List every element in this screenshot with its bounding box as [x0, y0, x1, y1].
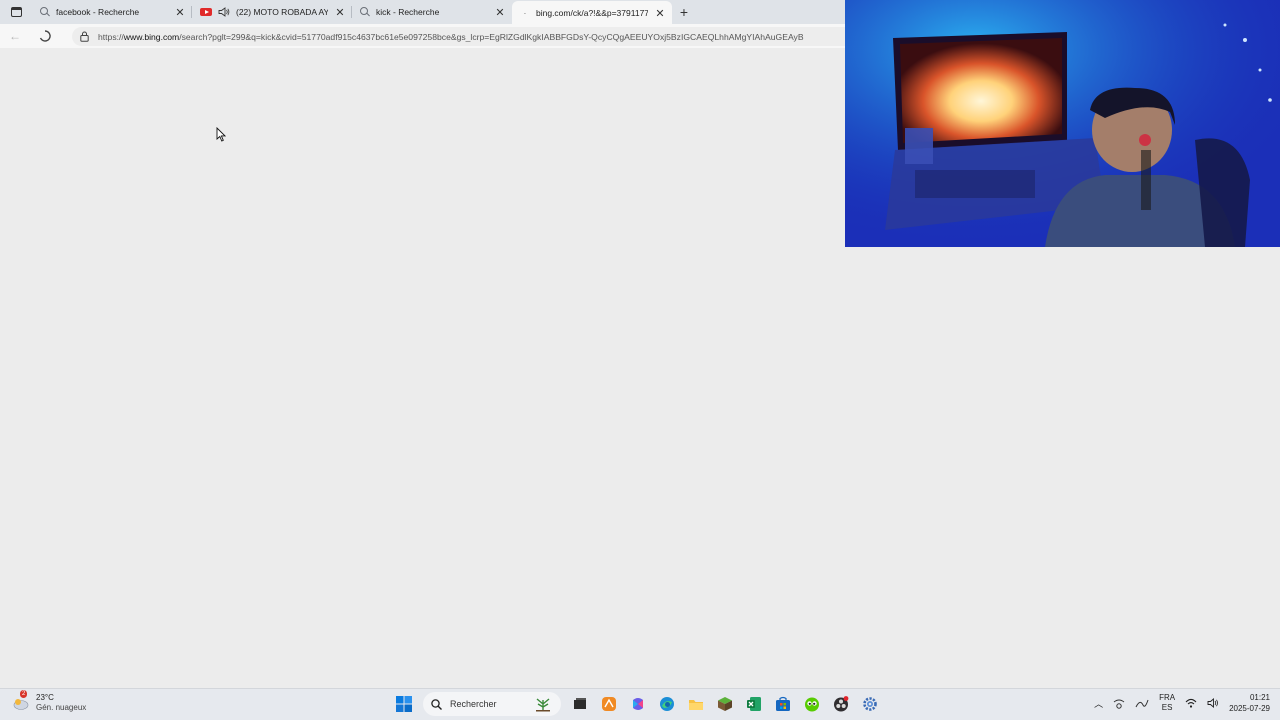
url-text[interactable]: https://www.bing.com/search?pglt=299&q=k… — [98, 32, 804, 42]
loading-spinner-icon — [39, 30, 51, 42]
weather-cloud-icon: 2 — [12, 690, 30, 712]
search-icon — [40, 7, 50, 17]
tab-bing-active[interactable]: · bing.com/ck/a?!&&p=37911779 ✕ — [512, 1, 672, 25]
language-indicator[interactable]: FRA ES — [1159, 693, 1175, 713]
url-prefix: https:// — [98, 31, 124, 42]
copilot-button[interactable] — [628, 694, 648, 714]
browser-toolbar: ← https://www.bing.com/search?pglt=299&q… — [0, 24, 845, 48]
search-highlight-icon — [536, 698, 550, 712]
excel-icon — [747, 697, 761, 711]
speaker-icon[interactable] — [218, 7, 230, 17]
tab-title: facebook - Recherche — [56, 7, 140, 17]
excel-button[interactable] — [744, 694, 764, 714]
close-icon[interactable]: ✕ — [494, 6, 506, 19]
chevron-up-icon[interactable]: ︿ — [1094, 697, 1103, 710]
wifi-icon[interactable] — [1185, 698, 1197, 708]
lang-bottom: ES — [1161, 703, 1173, 712]
tab-actions-icon — [10, 7, 22, 17]
duolingo-button[interactable] — [802, 694, 822, 714]
close-icon[interactable]: ✕ — [654, 7, 666, 20]
url-path: /search?pglt=299&q=kick&cvid=51770adf915… — [179, 31, 804, 42]
edge-icon — [660, 697, 674, 711]
edge-button[interactable] — [657, 694, 677, 714]
clock-date: 2025-07-29 — [1229, 704, 1270, 713]
tab-title: kick - Recherche — [376, 7, 440, 17]
gear-icon — [863, 697, 877, 711]
close-icon[interactable]: ✕ — [174, 6, 186, 19]
tab-actions-button[interactable] — [0, 0, 32, 24]
start-button[interactable] — [394, 694, 414, 714]
taskbar-search[interactable]: Rechercher — [423, 692, 561, 716]
address-bar[interactable]: https://www.bing.com/search?pglt=299&q=k… — [72, 27, 845, 46]
search-placeholder: Rechercher — [450, 699, 497, 709]
tab-facebook[interactable]: facebook - Recherche ✕ — [32, 1, 192, 23]
duolingo-icon — [805, 697, 819, 712]
tab-kick[interactable]: kick - Recherche ✕ — [352, 1, 512, 23]
settings-button[interactable] — [860, 694, 880, 714]
pen-input-icon[interactable] — [1135, 697, 1149, 709]
file-explorer-button[interactable] — [686, 694, 706, 714]
folder-icon — [689, 700, 703, 710]
lang-top: FRA — [1159, 693, 1176, 702]
taskbar: 2 23°C Gén. nuageux Rechercher ︿ FRA ES … — [0, 688, 1280, 720]
new-tab-button[interactable]: + — [672, 1, 696, 23]
back-button[interactable]: ← — [0, 24, 30, 48]
webcam-image — [845, 0, 1280, 247]
clock[interactable]: 01:21 2025-07-29 — [1229, 692, 1270, 714]
windows-icon — [396, 696, 412, 712]
orange-app-icon — [602, 697, 616, 711]
volume-icon[interactable] — [1207, 698, 1219, 708]
copilot-icon — [633, 698, 643, 710]
tab-title: bing.com/ck/a?!&&p=37911779 — [536, 8, 648, 18]
task-view-button[interactable] — [570, 694, 590, 714]
tab-title: (22) MOTO ROBADA AYUDA! — [236, 7, 328, 17]
search-icon — [431, 698, 442, 710]
weather-temp: 23°C — [36, 693, 54, 702]
webcam-overlay — [845, 0, 1280, 247]
obs-icon — [834, 696, 849, 712]
tab-youtube[interactable]: (22) MOTO ROBADA AYUDA! ✕ — [192, 1, 352, 23]
youtube-icon — [200, 8, 212, 16]
url-host: www.bing.com — [123, 31, 180, 42]
close-icon[interactable]: ✕ — [334, 6, 346, 19]
store-icon — [776, 696, 790, 711]
obs-button[interactable] — [831, 694, 851, 714]
back-arrow-icon: ← — [9, 29, 21, 43]
plus-icon: + — [679, 4, 689, 20]
lock-icon[interactable] — [80, 31, 89, 42]
minecraft-icon — [718, 697, 732, 711]
search-icon — [360, 7, 370, 17]
minecraft-button[interactable] — [715, 694, 735, 714]
tab-strip: facebook - Recherche ✕ (22) MOTO ROBADA … — [0, 0, 845, 25]
mouse-cursor-icon — [216, 127, 226, 142]
system-tray: ︿ FRA ES 01:21 2025-07-29 — [1094, 692, 1270, 714]
network-offline-icon[interactable] — [1113, 698, 1125, 709]
taskbar-apps: Rechercher — [394, 692, 880, 716]
app-launcher-button[interactable] — [599, 694, 619, 714]
weather-condition: Gén. nuageux — [36, 703, 87, 712]
task-view-icon — [574, 698, 586, 709]
weather-widget[interactable]: 2 23°C Gén. nuageux — [12, 690, 87, 713]
loading-icon: · — [523, 8, 527, 18]
clock-time: 01:21 — [1249, 693, 1270, 702]
store-button[interactable] — [773, 694, 793, 714]
stop-loading-button[interactable] — [30, 24, 60, 48]
